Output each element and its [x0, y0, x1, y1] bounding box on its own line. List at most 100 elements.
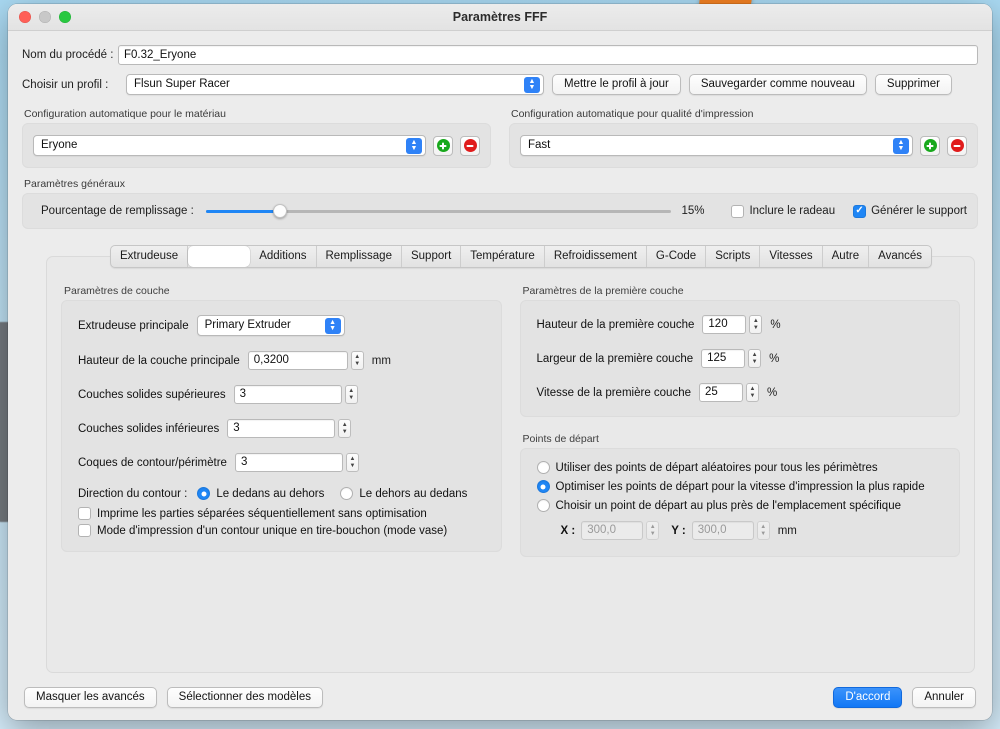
layer-height-input[interactable]: 0,3200 — [247, 351, 348, 370]
start-optimize-option[interactable]: Optimiser les points de départ pour la v… — [536, 480, 944, 493]
zoom-icon[interactable] — [59, 11, 71, 23]
layer-height-row: Hauteur de la couche principale 0,3200 ▲… — [78, 351, 485, 370]
layer-settings-section: Paramètres de couche Extrudeuse principa… — [61, 285, 502, 552]
tab-extrudeuse[interactable]: Extrudeuse — [111, 246, 189, 267]
window-title: Paramètres FFF — [452, 10, 548, 24]
quality-select[interactable]: Fast ▲ ▼ — [520, 135, 913, 156]
slider-knob[interactable] — [273, 204, 288, 218]
first-layer-speed-input[interactable]: 25 — [699, 383, 743, 402]
start-specific-radio[interactable] — [536, 499, 550, 512]
tab-gcode[interactable]: G-Code — [647, 246, 707, 267]
bottom-solid-layers-label: Couches solides inférieures — [78, 422, 220, 435]
perimeter-shells-input[interactable]: 3 — [234, 453, 343, 472]
infill-slider[interactable] — [205, 203, 672, 219]
hide-advanced-button[interactable]: Masquer les avancés — [24, 686, 157, 708]
first-layer-height-input[interactable]: 120 — [702, 315, 747, 334]
layer-height-label: Hauteur de la couche principale — [78, 354, 240, 367]
raft-label: Inclure le radeau — [749, 205, 836, 217]
layer-settings-title: Paramètres de couche — [64, 285, 170, 297]
first-layer-height-stepper[interactable]: ▲ ▼ — [749, 315, 763, 334]
start-y-label: Y : — [671, 524, 686, 537]
vase-mode-label: Mode d'impression d'un contour unique en… — [97, 524, 448, 537]
first-layer-width-input[interactable]: 125 — [701, 349, 746, 368]
primary-extruder-row: Extrudeuse principale Primary Extruder ▲ ▼ — [78, 315, 485, 336]
top-solid-layers-label: Couches solides supérieures — [78, 388, 226, 401]
delete-profile-button[interactable]: Supprimer — [874, 74, 952, 95]
first-layer-speed-row: Vitesse de la première couche 25 ▲ ▼ % — [537, 383, 944, 402]
quality-auto-config: Configuration automatique pour qualité d… — [509, 108, 978, 168]
tab-refroidissement[interactable]: Refroidissement — [545, 246, 647, 267]
material-remove-button[interactable] — [460, 135, 480, 156]
tab-temperature[interactable]: Température — [461, 246, 545, 267]
outline-direction-label: Direction du contour : — [78, 487, 188, 500]
bottom-solid-layers-row: Couches solides inférieures 3 ▲ ▼ — [78, 419, 485, 438]
update-profile-button[interactable]: Mettre le profil à jour — [552, 74, 681, 95]
ok-button[interactable]: D'accord — [833, 686, 903, 708]
first-layer-title: Paramètres de la première couche — [522, 285, 684, 297]
start-coordinates-row: X : 300,0 ▲ ▼ Y : 300,0 ▲ ▼ mm — [561, 521, 944, 540]
bottom-solid-layers-stepper[interactable]: ▲ ▼ — [338, 419, 352, 438]
start-optimize-label: Optimiser les points de départ pour la v… — [555, 480, 925, 493]
support-checkbox-row[interactable]: Générer le support — [853, 204, 967, 218]
tab-additions[interactable]: Additions — [250, 246, 317, 267]
perimeter-shells-row: Coques de contour/périmètre 3 ▲ ▼ — [78, 453, 485, 472]
first-layer-width-stepper[interactable]: ▲ ▼ — [748, 349, 762, 368]
start-random-label: Utiliser des points de départ aléatoires… — [555, 461, 878, 474]
start-x-stepper[interactable]: ▲ ▼ — [646, 521, 660, 540]
first-layer-height-row: Hauteur de la première couche 120 ▲ ▼ % — [537, 315, 944, 334]
direction-inside-out-option[interactable]: Le dedans au dehors — [197, 487, 324, 500]
sequential-print-checkbox[interactable] — [78, 507, 91, 520]
select-models-button[interactable]: Sélectionner des modèles — [166, 686, 324, 708]
layer-height-stepper[interactable]: ▲ ▼ — [350, 351, 364, 370]
first-layer-section: Paramètres de la première couche Hauteur… — [519, 285, 960, 417]
general-settings-title: Paramètres généraux — [24, 178, 125, 190]
start-y-stepper[interactable]: ▲ ▼ — [756, 521, 770, 540]
minus-circle-icon — [463, 139, 477, 152]
primary-extruder-select[interactable]: Primary Extruder ▲ ▼ — [196, 315, 345, 336]
close-icon[interactable] — [19, 11, 31, 23]
direction-outside-in-radio[interactable] — [340, 487, 354, 500]
material-add-button[interactable] — [433, 135, 453, 156]
vase-mode-checkbox[interactable] — [78, 524, 91, 537]
start-random-radio[interactable] — [536, 461, 550, 474]
start-random-option[interactable]: Utiliser des points de départ aléatoires… — [536, 461, 944, 474]
tab-selected[interactable] — [188, 246, 251, 267]
direction-outside-in-option[interactable]: Le dehors au dedans — [340, 487, 467, 500]
top-solid-layers-stepper[interactable]: ▲ ▼ — [344, 385, 358, 404]
first-layer-width-unit: % — [769, 352, 780, 365]
start-coordinates-unit: mm — [777, 524, 797, 537]
start-y-input[interactable]: 300,0 — [691, 521, 754, 540]
start-x-input[interactable]: 300,0 — [581, 521, 644, 540]
raft-checkbox[interactable] — [731, 204, 745, 218]
perimeter-shells-stepper[interactable]: ▲ ▼ — [345, 453, 359, 472]
support-label: Générer le support — [871, 205, 967, 217]
raft-checkbox-row[interactable]: Inclure le radeau — [731, 204, 836, 218]
first-layer-speed-stepper[interactable]: ▲ ▼ — [746, 383, 759, 402]
slider-fill — [205, 210, 281, 213]
cancel-button[interactable]: Annuler — [912, 686, 976, 708]
material-select[interactable]: Eryone ▲ ▼ — [33, 135, 426, 156]
tab-avances[interactable]: Avancés — [869, 246, 931, 267]
top-solid-layers-input[interactable]: 3 — [233, 385, 342, 404]
chevron-updown-icon: ▲ ▼ — [406, 138, 422, 154]
start-specific-option[interactable]: Choisir un point de départ au plus près … — [536, 499, 944, 512]
quality-add-button[interactable] — [920, 135, 940, 156]
sequential-print-row[interactable]: Imprime les parties séparées séquentiell… — [78, 507, 485, 520]
tab-autre[interactable]: Autre — [823, 246, 870, 267]
minimize-icon[interactable] — [39, 11, 51, 23]
start-optimize-radio[interactable] — [536, 480, 550, 493]
first-layer-speed-unit: % — [767, 386, 778, 399]
tab-vitesses[interactable]: Vitesses — [760, 246, 823, 267]
tab-remplissage[interactable]: Remplissage — [317, 246, 402, 267]
tab-support[interactable]: Support — [402, 246, 462, 267]
vase-mode-row[interactable]: Mode d'impression d'un contour unique en… — [78, 524, 485, 537]
quality-remove-button[interactable] — [947, 135, 967, 156]
direction-inside-out-radio[interactable] — [197, 487, 211, 500]
profile-select[interactable]: Flsun Super Racer ▲ ▼ — [126, 74, 544, 95]
bottom-solid-layers-input[interactable]: 3 — [227, 419, 336, 438]
save-as-new-button[interactable]: Sauvegarder comme nouveau — [688, 74, 867, 95]
direction-inside-out-label: Le dedans au dehors — [216, 487, 325, 500]
process-name-input[interactable]: F0.32_Eryone — [118, 45, 978, 65]
tab-scripts[interactable]: Scripts — [706, 246, 761, 267]
support-checkbox[interactable] — [853, 204, 867, 218]
